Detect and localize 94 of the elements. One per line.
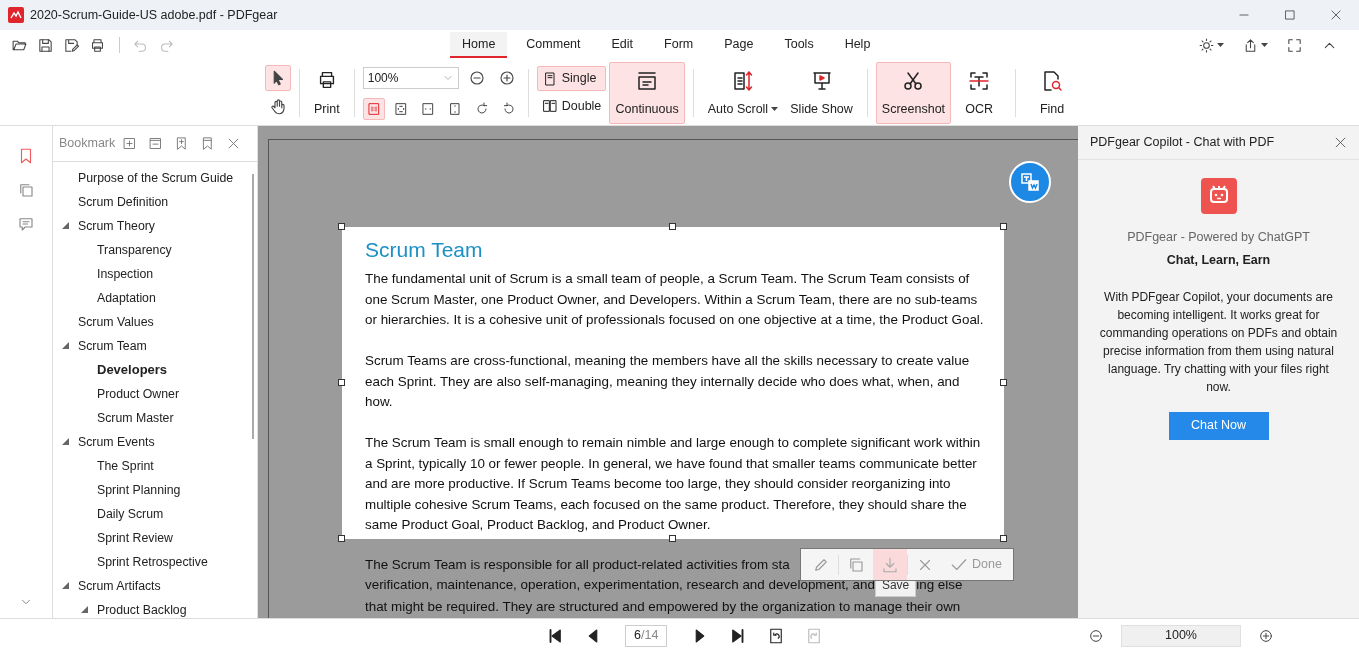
double-page-button[interactable]: Double — [536, 94, 607, 119]
zoom-level-field[interactable]: 100% — [1121, 624, 1241, 647]
continuous-button[interactable]: Continuous — [609, 61, 685, 124]
bookmark-item[interactable]: Daily Scrum — [97, 504, 164, 524]
find-button[interactable]: Find — [1024, 61, 1081, 124]
caret-icon — [1217, 42, 1224, 48]
menu-tab[interactable]: Home — [450, 31, 508, 59]
bookmark-item[interactable]: Scrum Artifacts — [78, 576, 161, 596]
bookmark-item[interactable]: Sprint Review — [97, 528, 173, 548]
resize-handle[interactable] — [338, 379, 345, 386]
caret-icon — [1261, 42, 1268, 48]
description: With PDFgear Copilot, your documents are becoming intelligent. It works great for commanding operations on PDFs and obtain precise information from them using natural language. Try chatting with your files right now. — [1098, 288, 1339, 396]
page-number-field[interactable]: 6/14 — [625, 624, 668, 647]
zoom-in-icon — [498, 68, 517, 87]
download-icon — [881, 555, 899, 574]
sun-icon — [1198, 36, 1215, 54]
subtitle: PDFgear - Powered by ChatGPT — [1127, 229, 1310, 246]
window-title: 2020-Scrum-Guide-US adobe.pdf - PDFgear — [30, 6, 278, 24]
bookmark-item[interactable]: Scrum Theory — [78, 216, 155, 236]
menu-tab[interactable]: Form — [652, 31, 706, 59]
fullscreen-icon — [1286, 36, 1303, 54]
text-line: The Scrum Team is responsible for all product-related activities from sta — [365, 556, 790, 574]
zoom-out-icon — [467, 68, 486, 87]
paragraph: The Scrum Team is small enough to remain nimble and large enough to complete significant work within a Sprint, typically 10 or fewer people. In general, we have found that smaller teams communicate better and are more productive. If Scrum Teams become too large, they should consider reorganizing into multiple cohesive Scrum Teams, each focused on the same product. Therefore, they should share the same Product Goal, Product Backlog, and Product Owner. — [365, 434, 982, 534]
expand-triangle-icon[interactable] — [62, 222, 69, 229]
save-icon — [37, 36, 55, 54]
zoom-out-icon — [1088, 627, 1104, 644]
bookmark-item[interactable]: Adaptation — [97, 288, 156, 308]
expand-triangle-icon[interactable] — [62, 342, 69, 349]
auto-scroll-button[interactable]: Auto Scroll — [701, 61, 785, 124]
bookmark-item[interactable]: Transparency — [97, 240, 172, 260]
bookmark-item[interactable]: Scrum Definition — [78, 192, 169, 212]
pages-icon — [17, 181, 35, 199]
menu-tab[interactable]: Edit — [599, 31, 646, 59]
screenshot-button[interactable]: Screenshot — [875, 61, 952, 124]
convert-button[interactable] — [1009, 161, 1051, 203]
comment-icon — [17, 215, 35, 233]
caret-icon — [771, 106, 779, 112]
print-button[interactable]: Print — [308, 61, 346, 124]
expand-all-icon — [122, 136, 138, 151]
menu-tab[interactable]: Tools — [772, 31, 826, 59]
bookmark-item[interactable]: Developers — [97, 360, 168, 380]
text-line: that might be required. They are structured and empowered by the organization to manage their own — [365, 597, 961, 616]
bookmark-item[interactable]: Product Backlog — [97, 600, 187, 618]
zoom-combo[interactable]: 100% — [362, 66, 459, 89]
slide-show-button[interactable]: Slide Show — [784, 61, 859, 124]
resize-handle[interactable] — [1000, 379, 1007, 386]
zoom-in-icon — [1258, 627, 1274, 644]
bookmark-item[interactable]: Scrum Master — [97, 408, 174, 428]
paragraph: Scrum Teams are cross-functional, meaning the members have all the skills necessary to create value each Sprint. They are also self-managing, meaning they internally decide who does what, when, and how. — [365, 352, 971, 411]
save-edit-icon — [63, 36, 81, 54]
hand-icon — [269, 98, 287, 117]
app-logo-icon — [8, 7, 24, 23]
panel-title: PDFgear Copilot - Chat with PDF — [1090, 134, 1275, 152]
bookmark-item[interactable]: Sprint Planning — [97, 480, 181, 500]
tagline: Chat, Learn, Earn — [1166, 251, 1271, 269]
menu-tab[interactable]: Page — [712, 31, 766, 59]
menu-tab[interactable]: Help — [832, 31, 883, 59]
bookmark-item[interactable]: Sprint Retrospective — [97, 552, 208, 572]
single-page-button[interactable]: Single — [536, 66, 607, 91]
copy-icon — [847, 555, 865, 574]
close-icon — [1333, 135, 1348, 150]
section-heading: Scrum Team — [365, 237, 484, 263]
text-line: verification, maintenance, operation, experimentation, research and development, and — [365, 575, 875, 594]
expand-triangle-icon[interactable] — [81, 606, 88, 613]
double-page-icon — [541, 98, 558, 115]
bookmark-item[interactable]: Product Owner — [97, 384, 179, 404]
menu-tab[interactable]: Comment — [514, 31, 593, 59]
ocr-button[interactable]: OCR — [951, 61, 1008, 124]
resize-handle[interactable] — [669, 535, 676, 542]
bookmark-item[interactable]: Scrum Events — [78, 432, 155, 452]
resize-handle[interactable] — [338, 223, 345, 230]
resize-handle[interactable] — [1000, 535, 1007, 542]
bookmark-item[interactable]: Purpose of the Scrum Guide — [78, 168, 234, 188]
convert-icon — [1018, 170, 1042, 194]
auto-scroll-icon — [731, 68, 755, 93]
collapse-all-icon — [148, 136, 164, 151]
paragraph: The fundamental unit of Scrum is a small team of people, a Scrum Team. The Scrum Team consists of one Scrum Master, one Product Owner, and Developers. Within a Scrum Team, there are no sub-teams or hierarchies. It is a cohesive unit of professionals focused on one objective at a time, the Product Goal. — [365, 270, 985, 329]
bookmark-item[interactable]: The Sprint — [97, 456, 154, 476]
expand-triangle-icon[interactable] — [62, 438, 69, 445]
bookmark-item[interactable]: Scrum Team — [78, 336, 147, 356]
maximize-icon — [1283, 8, 1297, 22]
close-icon — [1329, 8, 1343, 22]
actual-size-button[interactable] — [362, 97, 385, 120]
panel-title: Bookmark — [59, 135, 116, 153]
chat-now-button[interactable]: Chat Now — [1168, 411, 1269, 440]
resize-handle[interactable] — [1000, 223, 1007, 230]
robot-logo-icon — [1200, 178, 1237, 214]
resize-handle[interactable] — [338, 535, 345, 542]
bookmark-item[interactable]: Scrum Values — [78, 312, 154, 332]
cursor-tool-button[interactable] — [265, 64, 291, 91]
bookmark-item[interactable]: Inspection — [97, 264, 154, 284]
expand-triangle-icon[interactable] — [62, 582, 69, 589]
resize-handle[interactable] — [669, 223, 676, 230]
